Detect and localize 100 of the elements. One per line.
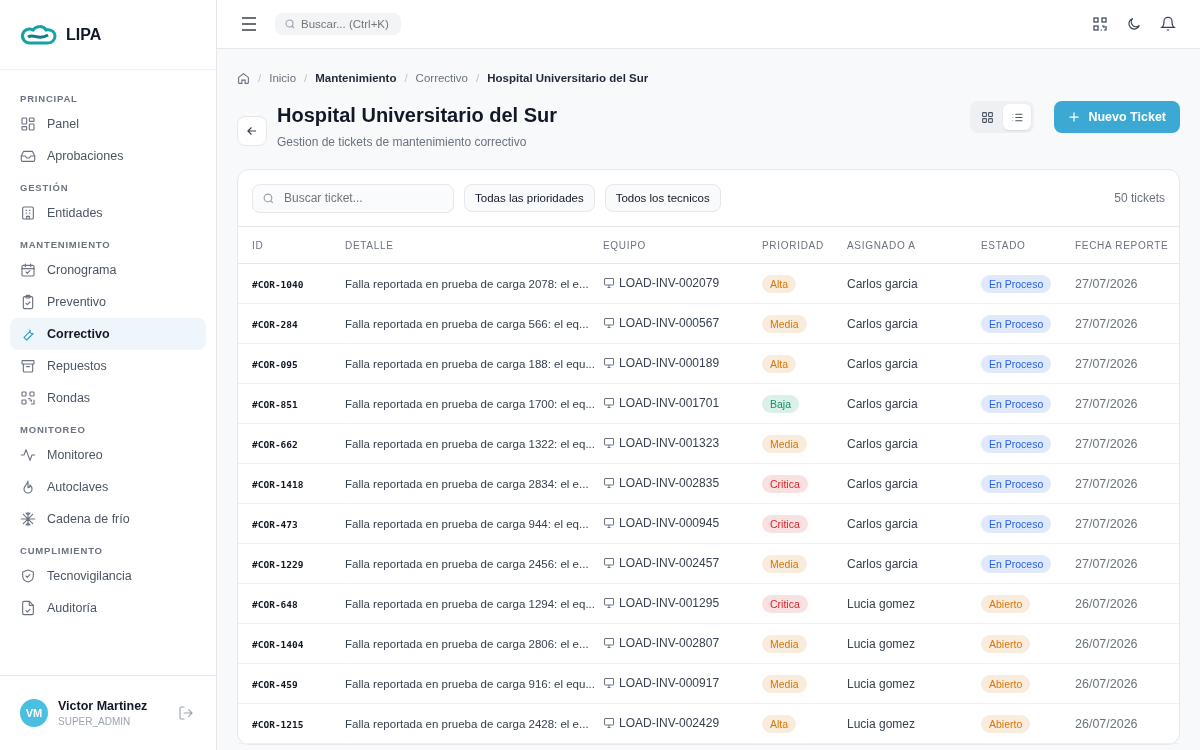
status-badge: En Proceso xyxy=(981,474,1052,493)
column-header: ID xyxy=(252,239,264,251)
section-title: MONITOREO xyxy=(19,423,87,437)
activity-icon xyxy=(20,447,36,463)
building-icon xyxy=(20,205,36,221)
monitor-icon xyxy=(603,356,615,369)
breadcrumb-separator: / xyxy=(258,72,262,84)
arrow-left-icon xyxy=(245,124,259,138)
table-cell: Lucia gomez xyxy=(847,596,916,611)
ticket-id: #COR-1215 xyxy=(252,718,304,730)
qr-code-icon[interactable] xyxy=(1092,16,1108,32)
brand-name: LIPA xyxy=(66,25,102,44)
menu-icon[interactable] xyxy=(241,17,257,31)
user-name: Victor Martinez xyxy=(58,699,149,713)
section-title: MANTENIMIENTO xyxy=(19,238,112,252)
nav-item[interactable]: Cronograma xyxy=(10,254,206,286)
section-title: GESTIÓN xyxy=(19,181,70,195)
moon-icon[interactable] xyxy=(1126,16,1142,32)
ticket-id: #COR-284 xyxy=(252,318,298,330)
priority-badge: Critica xyxy=(762,594,808,613)
nav-item[interactable]: Correctivo xyxy=(10,318,206,350)
column-header: ASIGNADO A xyxy=(847,239,916,251)
status-badge: En Proceso xyxy=(981,434,1052,453)
priority-filter[interactable]: Todas las prioridades xyxy=(464,184,595,212)
qr-code-icon xyxy=(20,390,36,406)
table-cell: Carlos garcia xyxy=(847,476,918,491)
nav-item[interactable]: Aprobaciones xyxy=(10,140,206,172)
ticket-search-field[interactable]: Buscar ticket... xyxy=(252,183,454,213)
status-badge: En Proceso xyxy=(981,314,1052,333)
ticket-id: #COR-648 xyxy=(252,598,298,610)
logo-icon xyxy=(20,22,58,47)
status-badge: Abierto xyxy=(981,634,1031,653)
flame-icon xyxy=(20,479,36,495)
status-badge: En Proceso xyxy=(981,274,1052,293)
ticket-id: #COR-473 xyxy=(252,518,298,530)
table-cell: 27/07/2026 xyxy=(1075,276,1138,291)
breadcrumb-separator: / xyxy=(476,72,480,84)
ticket-id: #COR-1040 xyxy=(252,278,304,290)
search-field[interactable]: Buscar... (Ctrl+K) xyxy=(275,13,401,35)
section-title: PRINCIPAL xyxy=(19,92,79,106)
table-cell: 26/07/2026 xyxy=(1075,636,1138,651)
monitor-icon xyxy=(603,316,615,329)
back-button[interactable] xyxy=(237,116,267,146)
table-cell: 27/07/2026 xyxy=(1075,316,1138,331)
clipboard-icon xyxy=(20,294,36,310)
list-view-button[interactable] xyxy=(1003,104,1032,130)
breadcrumb-separator: / xyxy=(404,72,408,84)
priority-badge: Critica xyxy=(762,474,808,493)
user-role: SUPER_ADMIN xyxy=(58,716,132,727)
nav-item[interactable]: Entidades xyxy=(10,197,206,229)
breadcrumb-link[interactable]: Inicio xyxy=(269,72,297,84)
table-cell: Falla reportada en prueba de carga 916: el equ... xyxy=(345,677,595,690)
technician-filter[interactable]: Todos los tecnicos xyxy=(604,184,721,212)
ticket-id: #COR-459 xyxy=(252,678,298,690)
nav-item[interactable]: Cadena de frío xyxy=(10,503,206,535)
ticket-id: #COR-662 xyxy=(252,438,298,450)
table-cell: LOAD-INV-002807 xyxy=(619,635,720,650)
ticket-id: #COR-1418 xyxy=(252,478,304,490)
bell-icon[interactable] xyxy=(1160,16,1176,32)
monitor-icon xyxy=(603,516,615,529)
nav-item[interactable]: Tecnovigilancia xyxy=(10,560,206,592)
table-cell: Falla reportada en prueba de carga 566: el eq... xyxy=(345,317,589,330)
column-header: DETALLE xyxy=(345,239,394,251)
nav-item[interactable]: Rondas xyxy=(10,382,206,414)
nav-item[interactable]: Auditoría xyxy=(10,592,206,624)
table-cell: Falla reportada en prueba de carga 1294: el eq... xyxy=(345,597,595,610)
home-icon[interactable] xyxy=(237,71,250,85)
nav-item[interactable]: Repuestos xyxy=(10,350,206,382)
nav-item[interactable]: Preventivo xyxy=(10,286,206,318)
status-badge: En Proceso xyxy=(981,394,1052,413)
nav-item[interactable]: Monitoreo xyxy=(10,439,206,471)
monitor-icon xyxy=(603,396,615,409)
plus-icon xyxy=(1068,111,1081,123)
table-cell: Falla reportada en prueba de carga 1700: el eq... xyxy=(345,397,595,410)
table-cell: LOAD-INV-002835 xyxy=(619,475,720,490)
table-cell: Carlos garcia xyxy=(847,316,918,331)
table-cell: LOAD-INV-000189 xyxy=(619,355,720,370)
table-cell: Falla reportada en prueba de carga 2834: el e... xyxy=(345,477,589,490)
table-cell: Carlos garcia xyxy=(847,356,918,371)
breadcrumb-link[interactable]: Hospital Universitario del Sur xyxy=(487,72,649,84)
status-badge: En Proceso xyxy=(981,514,1052,533)
table-cell: LOAD-INV-000567 xyxy=(619,315,720,330)
status-badge: Abierto xyxy=(981,714,1031,733)
monitor-icon xyxy=(603,436,615,449)
breadcrumb-link[interactable]: Mantenimiento xyxy=(315,72,397,84)
status-badge: Abierto xyxy=(981,674,1031,693)
table-cell: Carlos garcia xyxy=(847,436,918,451)
shield-icon xyxy=(20,568,36,584)
status-badge: En Proceso xyxy=(981,554,1052,573)
nav-item[interactable]: Panel xyxy=(10,108,206,140)
table-cell: LOAD-INV-002429 xyxy=(619,715,720,730)
ticket-id: #COR-1229 xyxy=(252,558,304,570)
table-cell: 26/07/2026 xyxy=(1075,716,1138,731)
monitor-icon xyxy=(603,276,615,289)
priority-badge: Alta xyxy=(762,714,797,733)
breadcrumb-link[interactable]: Correctivo xyxy=(415,72,468,84)
table-cell: 27/07/2026 xyxy=(1075,356,1138,371)
nav-item[interactable]: Autoclaves xyxy=(10,471,206,503)
table-cell: LOAD-INV-000945 xyxy=(619,515,720,530)
priority-badge: Media xyxy=(762,554,807,573)
